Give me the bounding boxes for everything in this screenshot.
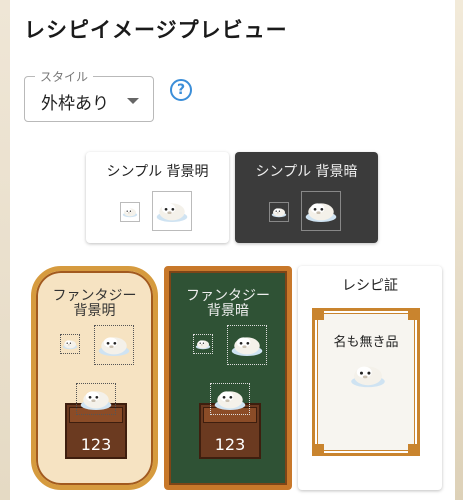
seal-icon [213, 386, 247, 412]
corner-ornament [408, 444, 420, 456]
seal-icon [230, 332, 264, 358]
preview-simple-light[interactable]: シンプル 背景明 [86, 152, 229, 243]
corner-ornament [408, 308, 420, 320]
large-item-image [152, 191, 192, 231]
large-item-image [301, 191, 341, 231]
small-item-image [193, 334, 213, 354]
preview-simple-dark-label: シンプル 背景暗 [255, 164, 358, 180]
chest-item-image [76, 383, 116, 415]
seal-icon [122, 206, 138, 218]
preview-certificate[interactable]: レシピ証 名も無き品 [298, 266, 442, 490]
caret-down-icon [127, 98, 139, 104]
preview-simple-light-label: シンプル 背景明 [106, 164, 209, 180]
style-select[interactable]: スタイル 外枠あり [24, 68, 154, 122]
seal-icon [304, 198, 338, 224]
seal-icon [271, 206, 287, 218]
small-item-image [60, 334, 80, 354]
certificate-frame: 名も無き品 [312, 308, 420, 456]
small-item-image [269, 202, 289, 222]
background-left [0, 0, 10, 500]
seal-icon [97, 332, 131, 358]
seal-icon [79, 386, 113, 412]
style-select-value: 外枠あり [41, 94, 109, 114]
help-icon[interactable]: ? [170, 79, 192, 101]
preview-certificate-label: レシピ証 [342, 278, 398, 294]
preview-fantasy-light-label: ファンタジー 背景明 [36, 289, 153, 319]
item-count: 123 [214, 435, 246, 454]
seal-icon [155, 198, 189, 224]
style-select-legend: スタイル [35, 68, 94, 85]
seal-icon [62, 338, 78, 350]
preview-fantasy-dark[interactable]: ファンタジー 背景暗 123 [164, 266, 292, 490]
small-item-image [120, 202, 140, 222]
certificate-item-name: 名も無き品 [333, 335, 399, 350]
page-title: レシピイメージプレビュー [24, 18, 288, 42]
preview-panel: レシピイメージプレビュー スタイル 外枠あり ? シンプル 背景明 シンプル 背… [10, 0, 455, 500]
seal-icon [349, 361, 387, 389]
large-item-image [227, 325, 267, 365]
large-item-image [94, 325, 134, 365]
label-line-1: ファンタジー [186, 288, 270, 304]
label-line-2: 背景明 [73, 303, 116, 319]
chest-item-image [210, 383, 250, 415]
corner-ornament [312, 444, 324, 456]
seal-icon [195, 338, 211, 350]
preview-fantasy-light[interactable]: ファンタジー 背景明 123 [31, 266, 158, 490]
label-line-2: 背景暗 [207, 303, 249, 319]
item-count: 123 [80, 435, 112, 454]
preview-simple-dark[interactable]: シンプル 背景暗 [235, 152, 378, 243]
preview-fantasy-dark-label: ファンタジー 背景暗 [169, 289, 287, 319]
corner-ornament [312, 308, 324, 320]
background-right [455, 0, 463, 500]
label-line-1: ファンタジー [52, 288, 137, 304]
